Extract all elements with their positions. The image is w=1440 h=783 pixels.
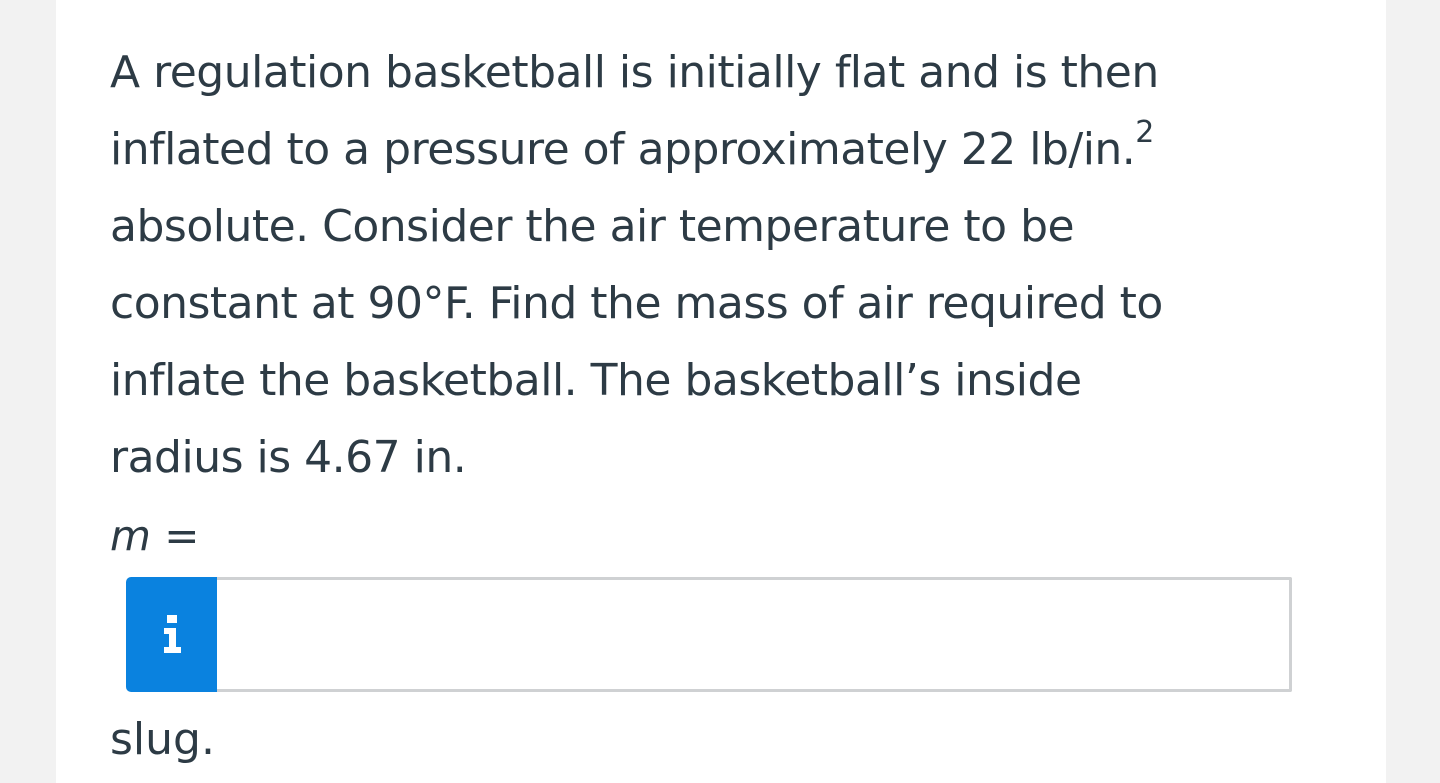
question-line-text: inflated to a pressure of approximately …: [110, 124, 1136, 175]
answer-input[interactable]: [217, 577, 1292, 692]
question-line: radius is 4.67 in.: [110, 432, 467, 483]
question-line: inflate the basketball. The basketball’s…: [110, 355, 1082, 406]
question-line: constant at 90°F. Find the mass of air r…: [110, 278, 1163, 329]
question-line: inflated to a pressure of approximately …: [110, 111, 1310, 188]
question-line: absolute. Consider the air temperature t…: [110, 201, 1075, 252]
unit-label: slug.: [110, 714, 215, 765]
exponent: 2: [1135, 115, 1154, 151]
question-text: A regulation basketball is initially fla…: [110, 34, 1310, 496]
answer-variable-label: m =: [110, 508, 199, 564]
equals-sign: =: [150, 511, 200, 560]
variable-symbol: m: [110, 511, 151, 560]
answer-field-group: [126, 577, 1292, 692]
info-button[interactable]: [126, 577, 217, 692]
question-line: A regulation basketball is initially fla…: [110, 47, 1159, 98]
info-icon: [162, 614, 182, 655]
